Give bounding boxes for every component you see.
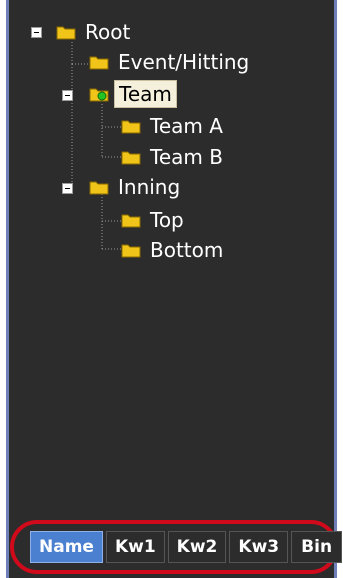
tree-node-label: Team A [150, 114, 223, 138]
tab-name[interactable]: Name [30, 531, 103, 563]
tree-node-team[interactable]: Team [89, 79, 177, 109]
tree-node-label: Event/Hitting [118, 50, 250, 74]
collapse-root-toggle[interactable] [31, 27, 42, 38]
folder-icon [89, 56, 109, 70]
tree-node-team-a[interactable]: Team A [121, 111, 227, 141]
tree-node-root[interactable]: Root [56, 17, 134, 47]
folder-icon [56, 26, 76, 40]
tree-node-label: Root [85, 20, 131, 44]
bin-tree-panel: Root Event/Hitting Team Team A Team B In… [6, 0, 337, 578]
tab-kw2[interactable]: Kw2 [167, 531, 227, 563]
folder-icon [121, 244, 141, 258]
collapse-team-toggle[interactable] [62, 90, 73, 101]
tree-node-label: Bottom [150, 238, 224, 262]
folder-icon [121, 151, 141, 165]
tree-node-label: Team [114, 80, 177, 108]
tab-kw1[interactable]: Kw1 [105, 531, 165, 563]
folder-icon [89, 181, 109, 195]
app-window: Root Event/Hitting Team Team A Team B In… [0, 0, 343, 578]
folder-icon [121, 214, 141, 228]
tab-bin[interactable]: Bin [291, 531, 343, 563]
bin-view-tabs: Name Kw1 Kw2 Kw3 Bin [30, 531, 343, 563]
tree-node-label: Top [150, 208, 184, 232]
folder-icon [121, 120, 141, 134]
tree-node-bottom[interactable]: Bottom [121, 235, 227, 265]
tab-kw3[interactable]: Kw3 [229, 531, 289, 563]
collapse-inning-toggle[interactable] [62, 183, 73, 194]
tree-node-inning[interactable]: Inning [89, 172, 184, 202]
tree-node-top[interactable]: Top [121, 205, 188, 235]
tree-node-event-hitting[interactable]: Event/Hitting [89, 47, 253, 77]
folder-active-icon [89, 88, 109, 102]
tree-node-label: Team B [150, 145, 223, 169]
tree-node-label: Inning [118, 175, 181, 199]
tree-view[interactable]: Root Event/Hitting Team Team A Team B In… [9, 0, 334, 500]
tree-node-team-b[interactable]: Team B [121, 142, 227, 172]
